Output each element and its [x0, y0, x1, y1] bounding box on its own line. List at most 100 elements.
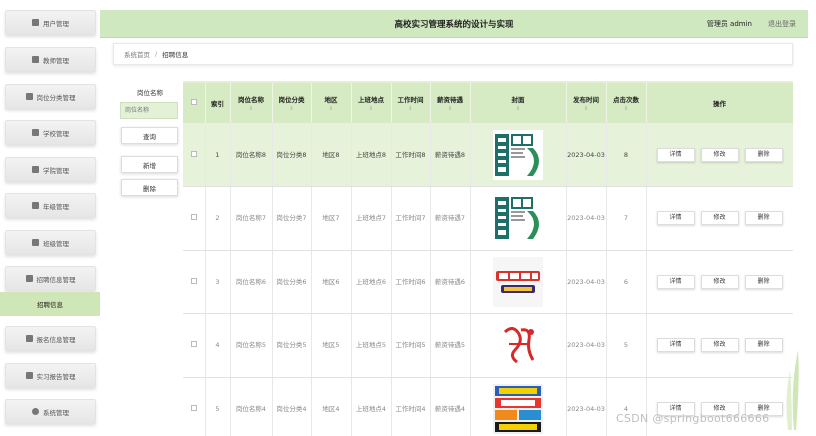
add-button[interactable]: 新增 [121, 156, 178, 173]
cell-location: 上班地点7 [351, 186, 392, 251]
sidebar-item-job-category[interactable]: 岗位分类管理 [5, 84, 96, 109]
bulb-icon [32, 408, 39, 415]
delete-button[interactable]: 删除 [744, 274, 783, 289]
row-checkbox-cell[interactable] [183, 186, 206, 251]
sidebar: 用户管理 教师管理 岗位分类管理 学校管理 学院管理 年级管理 班级管理 招聘信… [0, 0, 100, 436]
table-row[interactable]: 3 岗位名称6 岗位分类6 地区6 上班地点6 工作时间6 薪资待遇6 2023… [183, 250, 793, 314]
table-row[interactable]: 2 岗位名称7 岗位分类7 地区7 上班地点7 工作时间7 薪资待遇7 2023… [183, 186, 793, 251]
cell-actions: 详情 修改 删除 [646, 313, 793, 378]
row-checkbox-cell[interactable] [183, 250, 206, 314]
col-header-region[interactable]: 地区 ⇕ [311, 83, 352, 123]
row-checkbox[interactable] [190, 277, 197, 284]
delete-button[interactable]: 删除 [744, 338, 783, 353]
cell-date: 2023-04-03 [566, 186, 607, 251]
detail-button[interactable]: 详情 [656, 147, 695, 162]
row-checkbox[interactable] [190, 214, 197, 221]
edit-button[interactable]: 修改 [700, 211, 739, 226]
delete-button[interactable]: 删除 [744, 147, 783, 162]
col-header-hours[interactable]: 工作时间 ⇕ [391, 83, 431, 123]
cell-salary: 薪资待遇6 [430, 250, 471, 314]
users-icon [32, 19, 39, 26]
sort-icon[interactable]: ⇕ [273, 106, 311, 112]
row-checkbox[interactable] [190, 404, 197, 411]
select-all-checkbox[interactable] [190, 99, 197, 105]
sort-icon[interactable]: ⇕ [431, 106, 470, 112]
row-checkbox[interactable] [190, 150, 197, 157]
breadcrumb-current: 招聘信息 [162, 51, 189, 59]
sidebar-item-label: 学院管理 [43, 166, 69, 175]
sort-icon[interactable]: ⇕ [471, 106, 566, 112]
sidebar-item-grades[interactable]: 年级管理 [5, 193, 96, 218]
row-checkbox-cell[interactable] [183, 313, 206, 378]
cell-location: 上班地点4 [351, 377, 392, 436]
col-header-name[interactable]: 岗位名称 ⇕ [230, 83, 273, 123]
cover-image-zhaopin-green [493, 193, 543, 244]
recruitment-table: 索引 岗位名称 ⇕ 岗位分类 ⇕ 地区 ⇕ 上班地点 ⇕ 工作时间 ⇕ 薪资待遇 ⇕ 封面 ⇕… [183, 81, 793, 436]
sidebar-item-schools[interactable]: 学校管理 [5, 120, 96, 145]
col-header-cover[interactable]: 封面 ⇕ [470, 83, 567, 123]
logout-link[interactable]: 退出登录 [768, 19, 796, 29]
cell-actions: 详情 修改 删除 [646, 377, 793, 436]
query-button[interactable]: 查询 [121, 127, 178, 144]
search-input[interactable] [120, 102, 178, 119]
col-header-actions: 操作 [646, 83, 793, 123]
edit-button[interactable]: 修改 [700, 338, 739, 353]
cell-index: 1 [205, 123, 231, 187]
sort-icon[interactable]: ⇕ [231, 106, 272, 112]
col-header-clicks[interactable]: 点击次数 ⇕ [606, 83, 647, 123]
cell-index: 3 [205, 250, 231, 314]
cell-index: 5 [205, 377, 231, 436]
cell-category: 岗位分类7 [272, 186, 312, 251]
edit-button[interactable]: 修改 [700, 274, 739, 289]
cell-cover [470, 186, 567, 251]
sort-icon[interactable]: ⇕ [607, 106, 646, 112]
detail-button[interactable]: 详情 [656, 338, 695, 353]
cell-location: 上班地点5 [351, 313, 392, 378]
sort-icon[interactable]: ⇕ [392, 106, 430, 112]
sidebar-item-recruitment[interactable]: 招聘信息管理 [5, 266, 96, 291]
sort-icon[interactable]: ⇕ [352, 106, 391, 112]
detail-button[interactable]: 详情 [656, 274, 695, 289]
sidebar-item-system[interactable]: 系统管理 [5, 399, 96, 424]
sidebar-item-label: 实习报告管理 [36, 372, 76, 381]
cell-actions: 详情 修改 删除 [646, 186, 793, 251]
cover-image-zhaopin-red [493, 320, 543, 371]
delete-button[interactable]: 删除 [744, 211, 783, 226]
table-row[interactable]: 5 岗位名称4 岗位分类4 地区4 上班地点4 工作时间4 薪资待遇4 2023… [183, 377, 793, 436]
table-row[interactable]: 1 岗位名称8 岗位分类8 地区8 上班地点8 工作时间8 薪资待遇8 2023… [183, 123, 793, 187]
sidebar-subitem-label: 招聘信息 [37, 301, 63, 309]
col-header-salary[interactable]: 薪资待遇 ⇕ [430, 83, 471, 123]
row-checkbox[interactable] [190, 341, 197, 348]
cell-name: 岗位名称7 [230, 186, 273, 251]
calendar-icon [25, 275, 33, 282]
cell-name: 岗位名称5 [230, 313, 273, 378]
cell-name: 岗位名称6 [230, 250, 273, 314]
sidebar-subitem-recruitment-info[interactable]: 招聘信息 [0, 292, 100, 316]
row-checkbox-cell[interactable] [183, 123, 206, 187]
col-header-category[interactable]: 岗位分类 ⇕ [272, 83, 312, 123]
sidebar-item-users[interactable]: 用户管理 [5, 10, 96, 35]
sidebar-item-reports[interactable]: 实习报告管理 [5, 363, 96, 388]
sidebar-item-applications[interactable]: 报名信息管理 [5, 326, 96, 351]
col-header-date[interactable]: 发布时间 ⇕ [566, 83, 607, 123]
cell-date: 2023-04-03 [566, 123, 607, 187]
breadcrumb-home[interactable]: 系统首页 [124, 49, 150, 59]
cell-cover [470, 250, 567, 314]
grid-icon [25, 93, 33, 100]
sort-icon[interactable]: ⇕ [567, 106, 606, 112]
select-all-cell[interactable] [183, 83, 206, 123]
sidebar-item-classes[interactable]: 班级管理 [5, 230, 96, 255]
row-checkbox-cell[interactable] [183, 377, 206, 436]
send-icon [25, 372, 33, 379]
sidebar-item-colleges[interactable]: 学院管理 [5, 157, 96, 182]
cover-image-zhaopin-green [493, 129, 543, 180]
cell-region: 地区5 [311, 313, 352, 378]
sort-icon[interactable]: ⇕ [312, 106, 351, 112]
edit-button[interactable]: 修改 [700, 147, 739, 162]
sidebar-item-teachers[interactable]: 教师管理 [5, 47, 96, 72]
cell-actions: 详情 修改 删除 [646, 250, 793, 314]
table-row[interactable]: 4 岗位名称5 岗位分类5 地区5 上班地点5 工作时间5 薪资待遇5 2023… [183, 313, 793, 378]
detail-button[interactable]: 详情 [656, 211, 695, 226]
col-header-location[interactable]: 上班地点 ⇕ [351, 83, 392, 123]
batch-delete-button[interactable]: 删除 [121, 179, 178, 196]
